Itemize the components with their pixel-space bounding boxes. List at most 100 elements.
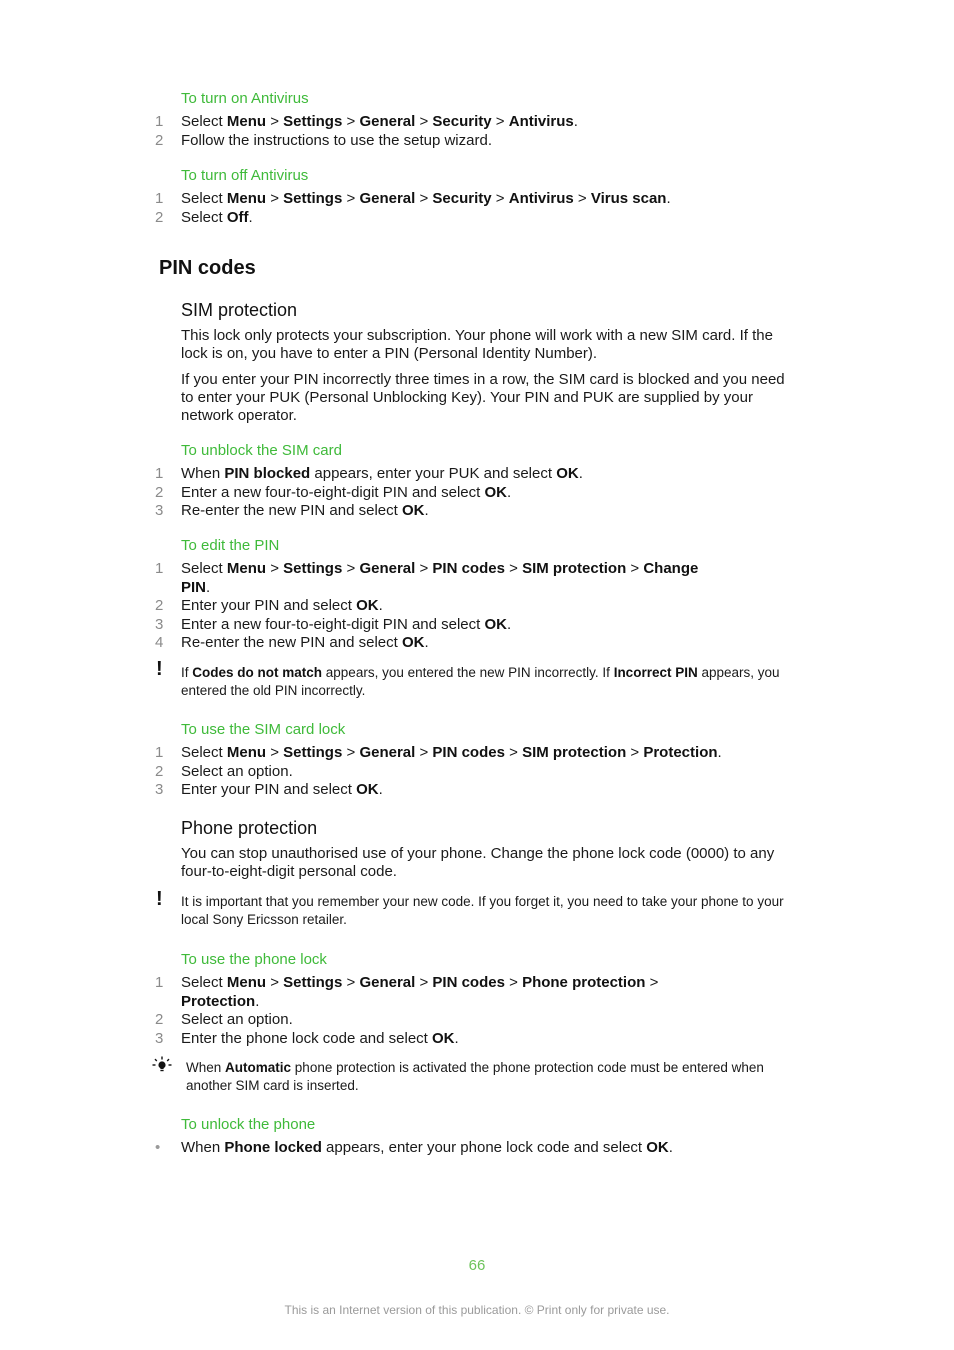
edit-pin-note: If Codes do not match appears, you enter…: [181, 664, 801, 700]
text-run: >: [342, 113, 360, 130]
ui-term: OK: [401, 634, 425, 651]
step-text: Enter the phone lock code and select OK.: [181, 1030, 459, 1047]
text-run: appears, enter your PUK and select: [310, 465, 557, 482]
ui-term: Protection: [643, 744, 718, 761]
text-run: appears, you entered the new PIN incorre…: [322, 665, 614, 680]
bullet-icon: •: [155, 1139, 161, 1156]
footer-notice: This is an Internet version of this publ…: [284, 1303, 670, 1317]
step-text: Re-enter the new PIN and select OK.: [181, 502, 429, 519]
ui-term: SIM protection: [522, 744, 627, 761]
task-title-phone-lock: To use the phone lock: [181, 951, 327, 968]
step-number: 2: [155, 208, 164, 226]
ui-term: General: [359, 974, 416, 991]
step-text: Enter a new four-to-eight-digit PIN and …: [181, 616, 511, 633]
page-number: 66: [468, 1257, 486, 1274]
ui-term: PIN blocked: [224, 465, 311, 482]
warning-icon: !: [156, 888, 163, 910]
text-run: >: [626, 560, 644, 577]
ui-term: Codes do not match: [192, 665, 323, 680]
ui-term: OK: [484, 615, 508, 633]
ui-term: SIM protection: [522, 560, 627, 577]
text-run: >: [266, 113, 284, 130]
text-run: >: [342, 190, 360, 207]
ui-term: Security: [432, 113, 492, 130]
step-text: Enter a new four-to-eight-digit PIN and …: [181, 484, 511, 501]
ui-term: Change: [643, 560, 699, 577]
ui-term: General: [359, 560, 416, 577]
text-run: .: [424, 502, 429, 519]
text-run: >: [645, 974, 659, 991]
text-run: .: [206, 578, 211, 596]
step-number: 1: [155, 190, 164, 207]
ui-term: Settings: [283, 744, 343, 761]
text-run: Select: [181, 208, 227, 226]
text-run: Select: [181, 744, 227, 761]
text-run: >: [504, 744, 523, 761]
text-run: >: [266, 560, 284, 577]
text-run: When: [181, 465, 225, 482]
text-run: Follow the instructions to use the setup…: [181, 131, 492, 149]
step-number: 3: [155, 781, 164, 798]
ui-term: General: [359, 190, 416, 207]
ui-term: Menu: [226, 113, 267, 130]
text-run: >: [491, 190, 509, 207]
text-run: Enter a new four-to-eight-digit PIN and …: [181, 483, 485, 501]
task-title-sim-card-lock: To use the SIM card lock: [181, 721, 346, 738]
text-run: When: [186, 1060, 226, 1075]
text-run: >: [573, 190, 591, 207]
ui-term: PIN: [181, 578, 207, 596]
step-text: Select Menu > Settings > General > Secur…: [181, 190, 671, 207]
step-number: 3: [155, 502, 164, 519]
text-run: appears, enter your phone lock code and …: [321, 1139, 647, 1156]
step-text: Select Off.: [181, 209, 253, 226]
step-text: Select Menu > Settings > General > Secur…: [181, 113, 578, 130]
text-run: >: [491, 113, 509, 130]
ui-term: PIN codes: [432, 974, 505, 991]
ui-term: Menu: [226, 974, 267, 991]
text-run: Select: [181, 560, 227, 577]
ui-term: Protection: [181, 992, 256, 1010]
step-number: 4: [155, 634, 164, 651]
phone-protection-paragraph: You can stop unauthorised use of your ph…: [181, 845, 775, 880]
step-text: Follow the instructions to use the setup…: [181, 132, 492, 149]
text-run: Select: [181, 113, 227, 130]
text-run: Select: [181, 974, 227, 991]
text-run: >: [266, 744, 284, 761]
ui-term: Settings: [283, 190, 343, 207]
ui-term: OK: [646, 1139, 669, 1156]
ui-term: Phone locked: [224, 1139, 322, 1156]
ui-term: OK: [484, 483, 508, 501]
phone-protection-note: It is important that you remember your n…: [181, 894, 784, 927]
subsection-heading-phone-protection: Phone protection: [181, 818, 318, 838]
task-title-turn-off-antivirus: To turn off Antivirus: [181, 167, 309, 184]
ui-term: Menu: [226, 560, 267, 577]
text-run: .: [668, 1139, 673, 1156]
ui-term: Phone protection: [522, 974, 646, 991]
text-run: >: [342, 744, 360, 761]
step-number: 2: [155, 483, 164, 501]
ui-term: Off: [226, 208, 249, 226]
sim-protection-paragraph-1: This lock only protects your subscriptio…: [181, 327, 773, 362]
text-run: .: [248, 208, 253, 226]
text-run: .: [573, 113, 578, 130]
task-title-turn-on-antivirus: To turn on Antivirus: [181, 90, 309, 107]
text-run: Re-enter the new PIN and select: [181, 502, 402, 519]
text-run: Enter your PIN and select: [181, 597, 357, 614]
ui-term: General: [359, 113, 416, 130]
text-run: .: [454, 1029, 459, 1047]
task-title-edit-pin: To edit the PIN: [181, 537, 280, 554]
text-run: .: [378, 781, 383, 798]
text-run: >: [415, 190, 433, 207]
text-run: >: [415, 113, 433, 130]
ui-term: OK: [356, 597, 379, 614]
ui-term: Settings: [283, 113, 343, 130]
step-text-continued: Protection.: [181, 993, 259, 1010]
step-text: Enter your PIN and select OK.: [181, 781, 383, 798]
ui-term: OK: [401, 502, 425, 519]
ui-term: Automatic: [225, 1060, 292, 1075]
step-text: Re-enter the new PIN and select OK.: [181, 634, 429, 651]
step-text: Select Menu > Settings > General > PIN c…: [181, 744, 722, 761]
ui-term: Security: [432, 190, 492, 207]
text-run: >: [626, 744, 644, 761]
step-text-continued: PIN.: [181, 579, 210, 596]
